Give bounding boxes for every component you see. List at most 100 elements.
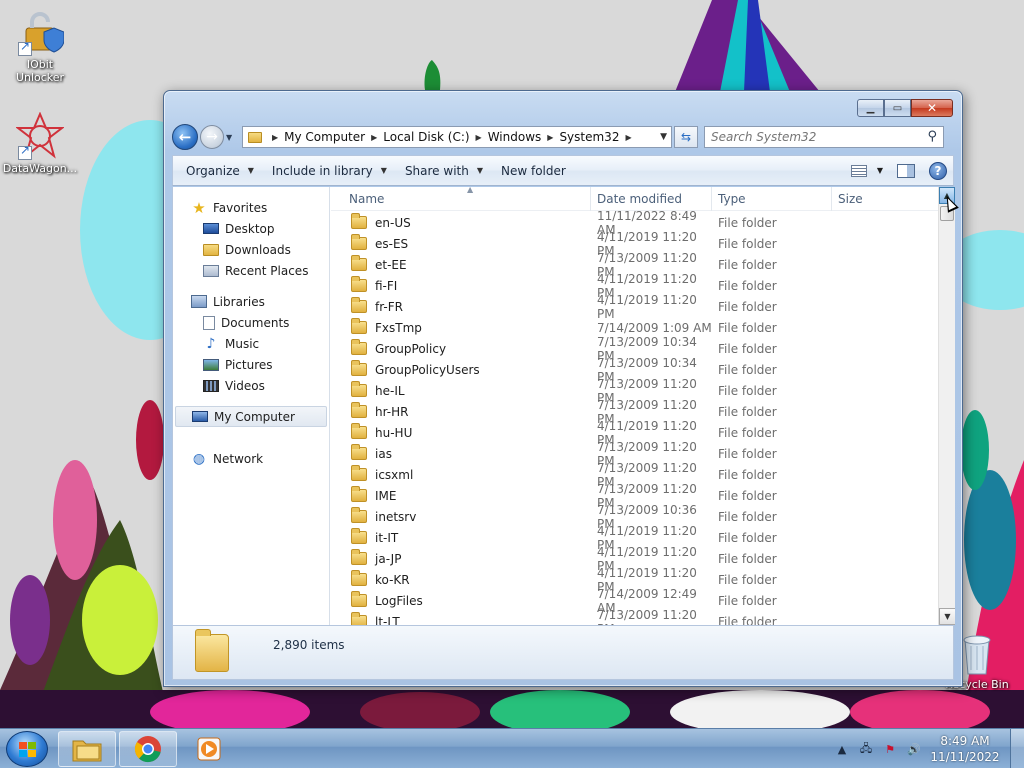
explorer-icon [72, 740, 102, 762]
address-bar[interactable]: ▶ My Computer ▶ Local Disk (C:) ▶ Window… [242, 126, 672, 148]
new-folder-button[interactable]: New folder [492, 159, 575, 183]
nav-desktop[interactable]: Desktop [173, 218, 329, 239]
breadcrumb-windows[interactable]: Windows [488, 130, 542, 144]
media-player-icon [197, 737, 221, 761]
taskbar-chrome-button[interactable] [119, 731, 177, 767]
search-box[interactable]: ⚲ [704, 126, 944, 148]
clock[interactable]: 8:49 AM 11/11/2022 [926, 733, 1004, 765]
breadcrumb-separator-icon[interactable]: ▶ [371, 133, 377, 142]
datawagon-icon [15, 111, 65, 160]
recycle-bin-icon [959, 632, 995, 676]
nav-network-label: Network [213, 451, 264, 466]
nav-music[interactable]: ♪ Music [173, 333, 329, 354]
file-row[interactable]: lt-LT 7/13/2009 11:20 PM File folder [331, 608, 941, 625]
taskbar-explorer-button[interactable] [58, 731, 116, 767]
share-with-label: Share with [404, 163, 469, 178]
music-note-icon: ♪ [206, 335, 216, 352]
system-tray: ▲ 🖧 ⚑ 🔊 8:49 AM 11/11/2022 [830, 729, 1024, 768]
nav-recent-places-label: Recent Places [225, 263, 309, 278]
nav-network[interactable]: ◍ Network [173, 448, 329, 469]
recent-pages-button[interactable]: ▼ [226, 133, 238, 142]
file-name: he-IL [375, 383, 405, 398]
file-name-cell: hr-HR [331, 402, 591, 419]
shortcut-arrow-icon [18, 144, 32, 160]
help-icon[interactable]: ? [929, 161, 947, 180]
nav-documents[interactable]: Documents [173, 312, 329, 333]
show-hidden-icons-icon[interactable]: ▲ [834, 741, 850, 757]
file-row[interactable]: fr-FR 4/11/2019 11:20 PM File folder [331, 293, 941, 321]
close-icon: ✕ [926, 101, 938, 115]
item-count: 2,890 items [273, 637, 345, 652]
desktop-icon [203, 223, 219, 234]
address-dropdown-icon[interactable]: ▼ [660, 132, 667, 142]
file-name-cell: et-EE [331, 255, 591, 272]
folder-icon [351, 486, 367, 502]
column-header-date-modified[interactable]: Date modified [591, 187, 712, 211]
desktop-icon-iobit-unlocker[interactable]: IObit Unlocker [0, 8, 80, 84]
folder-icon [351, 591, 367, 607]
breadcrumb-local-disk[interactable]: Local Disk (C:) [383, 130, 469, 144]
volume-icon[interactable]: 🔊 [906, 741, 922, 757]
folder-icon [351, 339, 367, 355]
breadcrumb-separator-icon[interactable]: ▶ [547, 133, 553, 142]
nav-my-computer[interactable]: My Computer [175, 406, 327, 427]
nav-libraries-label: Libraries [213, 294, 265, 309]
nav-pictures[interactable]: Pictures [173, 354, 329, 375]
breadcrumb-my-computer[interactable]: My Computer [284, 130, 365, 144]
nav-favorites[interactable]: ★ Favorites [173, 197, 329, 218]
taskbar-media-player-button[interactable] [180, 731, 238, 767]
breadcrumb-separator-icon[interactable]: ▶ [272, 133, 278, 142]
file-name-cell: ias [331, 444, 591, 461]
breadcrumb-system32[interactable]: System32 [559, 130, 619, 144]
nav-videos[interactable]: Videos [173, 375, 329, 396]
clock-date: 11/11/2022 [930, 750, 1000, 764]
start-button[interactable] [6, 731, 48, 767]
details-pane: 2,890 items [172, 625, 954, 680]
nav-recent-places[interactable]: Recent Places [173, 260, 329, 281]
minimize-button[interactable]: ▁ [857, 99, 884, 117]
file-name: ias [375, 446, 392, 461]
change-view-icon[interactable] [850, 164, 867, 177]
search-icon[interactable]: ⚲ [927, 129, 937, 144]
folder-icon [248, 131, 262, 143]
file-name: ko-KR [375, 572, 410, 587]
file-rows: en-US 11/11/2022 8:49 AM File folder es-ES 4… [331, 209, 941, 625]
vertical-scrollbar[interactable]: ▲ ▼ [938, 187, 955, 625]
column-header-type[interactable]: Type [712, 187, 832, 211]
maximize-button[interactable]: ▭ [884, 99, 911, 117]
include-in-library-button[interactable]: Include in library ▼ [263, 159, 396, 183]
file-name-cell: LogFiles [331, 591, 591, 608]
column-header-size[interactable]: Size [832, 187, 912, 211]
folder-icon [351, 507, 367, 523]
explorer-window[interactable]: ▁ ▭ ✕ ← → ▼ ▶ My Computer ▶ Local Disk (… [163, 90, 963, 687]
network-tray-icon[interactable]: 🖧 [858, 741, 874, 757]
chevron-down-icon: ▼ [226, 132, 233, 142]
share-with-button[interactable]: Share with ▼ [396, 159, 492, 183]
refresh-button[interactable]: ⇆ [674, 126, 698, 148]
file-name-cell: it-IT [331, 528, 591, 545]
scroll-down-button[interactable]: ▼ [939, 608, 955, 625]
view-options-dropdown-icon[interactable]: ▼ [877, 166, 883, 175]
breadcrumb-separator-icon[interactable]: ▶ [476, 133, 482, 142]
desktop-icon-datawagon[interactable]: DataWagon... [0, 111, 80, 175]
file-name: fi-FI [375, 278, 398, 293]
folder-icon [351, 549, 367, 565]
search-input[interactable] [705, 127, 915, 147]
breadcrumb-separator-icon[interactable]: ▶ [625, 133, 631, 142]
back-button[interactable]: ← [172, 124, 198, 150]
organize-button[interactable]: Organize ▼ [177, 159, 263, 183]
forward-button[interactable]: → [200, 125, 224, 149]
file-name: inetsrv [375, 509, 417, 524]
show-desktop-button[interactable] [1010, 729, 1024, 768]
action-center-flag-icon[interactable]: ⚑ [882, 741, 898, 757]
preview-pane-icon[interactable] [897, 163, 915, 178]
nav-libraries[interactable]: Libraries [173, 291, 329, 312]
file-name: et-EE [375, 257, 407, 272]
file-name: ja-JP [375, 551, 402, 566]
file-name: en-US [375, 215, 411, 230]
close-button[interactable]: ✕ [911, 99, 953, 117]
nav-downloads[interactable]: Downloads [173, 239, 329, 260]
file-type: File folder [718, 488, 777, 503]
column-header-name[interactable]: Name [331, 187, 591, 211]
folder-icon [351, 234, 367, 250]
